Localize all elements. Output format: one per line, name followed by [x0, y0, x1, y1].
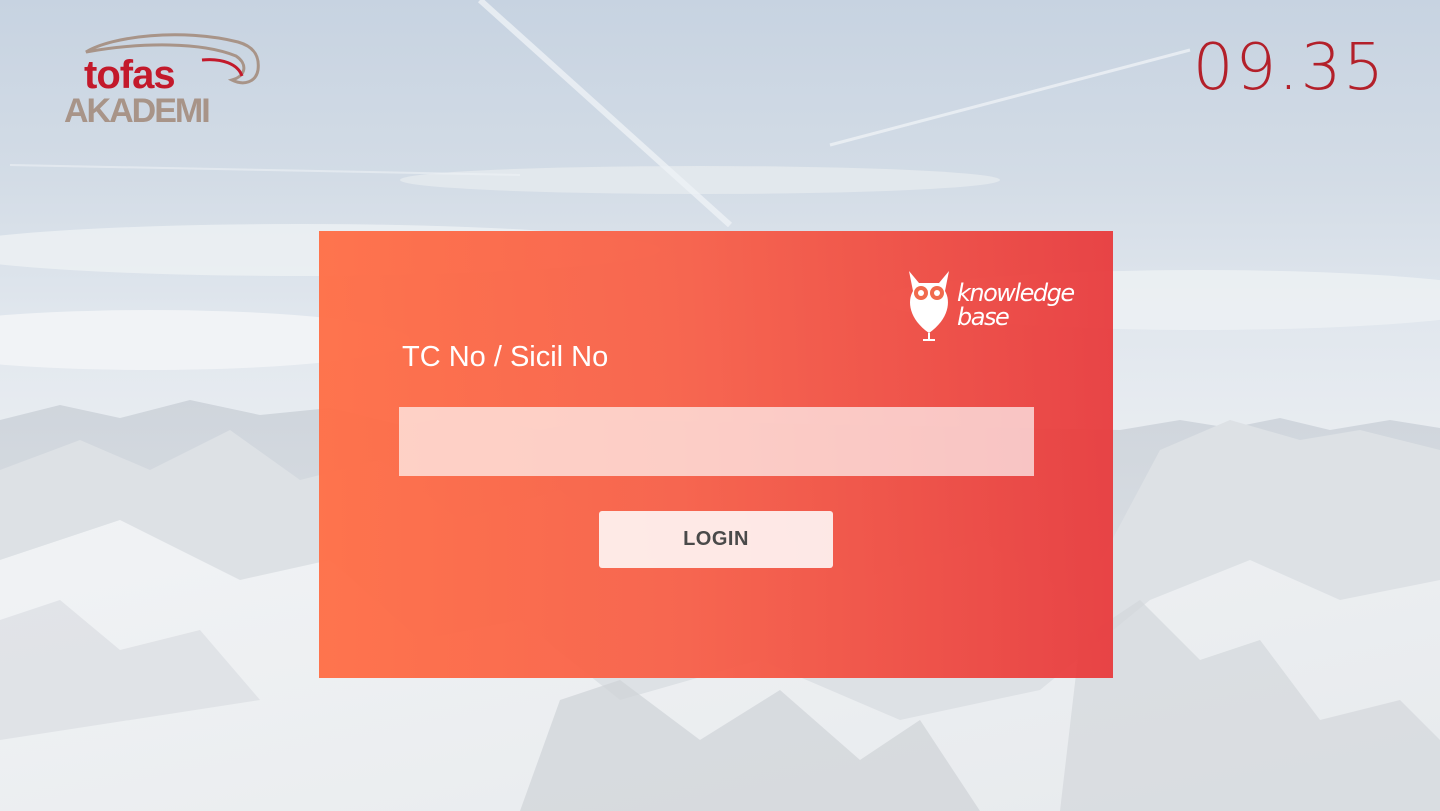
logo-word-base: base [957, 303, 1009, 331]
clock-time: 09.35 [1192, 31, 1386, 105]
logo-word-tofas: tofas [84, 53, 175, 97]
id-number-input[interactable] [399, 407, 1034, 476]
owl-icon [909, 271, 949, 341]
login-button[interactable]: LOGIN [599, 511, 833, 568]
login-card: knowledge base TC No / Sicil No LOGIN [319, 231, 1113, 678]
logo-word-akademi: AKADEMI [64, 92, 209, 126]
tofas-akademi-logo: tofas AKADEMI [64, 33, 260, 126]
id-field-label: TC No / Sicil No [402, 341, 609, 373]
login-page: tofas AKADEMI 09.35 knowledge base TC No… [0, 0, 1440, 811]
knowledge-base-logo: knowledge base [909, 271, 1075, 341]
